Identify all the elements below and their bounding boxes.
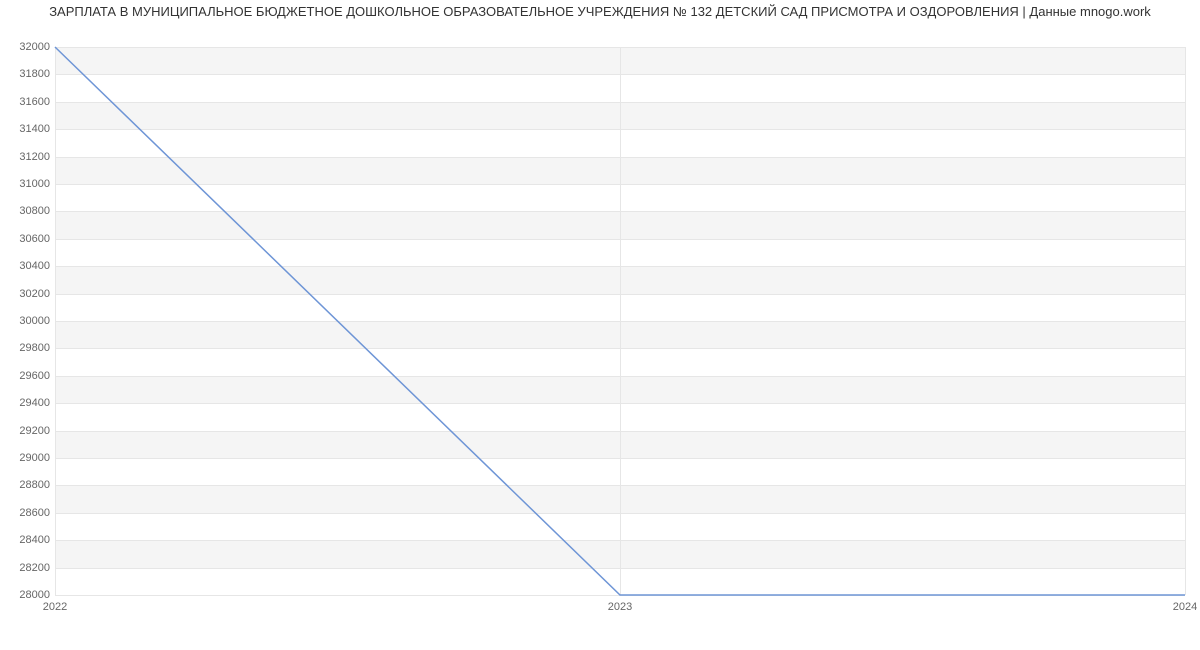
y-tick-label: 30600 (5, 233, 50, 245)
y-tick-label: 30000 (5, 315, 50, 327)
plot-area (55, 47, 1185, 595)
x-tick-label: 2024 (1173, 601, 1197, 613)
y-tick-label: 31800 (5, 68, 50, 80)
y-tick-label: 31200 (5, 151, 50, 163)
chart-container: 28000 28200 28400 28600 28800 29000 29200 29400… (0, 21, 1200, 621)
y-tick-label: 28800 (5, 479, 50, 491)
y-tick-label: 28600 (5, 507, 50, 519)
y-tick-label: 31600 (5, 96, 50, 108)
y-tick-label: 31400 (5, 123, 50, 135)
y-tick-label: 30400 (5, 260, 50, 272)
x-gridline (1185, 47, 1186, 595)
y-tick-label: 28200 (5, 562, 50, 574)
x-tick-label: 2022 (43, 601, 67, 613)
y-tick-label: 30800 (5, 205, 50, 217)
chart-title: ЗАРПЛАТА В МУНИЦИПАЛЬНОЕ БЮДЖЕТНОЕ ДОШКО… (0, 0, 1200, 21)
chart-line-layer (55, 47, 1185, 595)
y-tick-label: 28000 (5, 589, 50, 601)
y-tick-label: 32000 (5, 41, 50, 53)
y-tick-label: 30200 (5, 288, 50, 300)
y-tick-label: 29200 (5, 425, 50, 437)
y-tick-label: 29800 (5, 342, 50, 354)
y-tick-label: 28400 (5, 534, 50, 546)
y-tick-label: 29000 (5, 452, 50, 464)
y-tick-label: 29600 (5, 370, 50, 382)
y-tick-label: 29400 (5, 397, 50, 409)
series-line (55, 47, 1185, 595)
x-tick-label: 2023 (608, 601, 632, 613)
y-tick-label: 31000 (5, 178, 50, 190)
